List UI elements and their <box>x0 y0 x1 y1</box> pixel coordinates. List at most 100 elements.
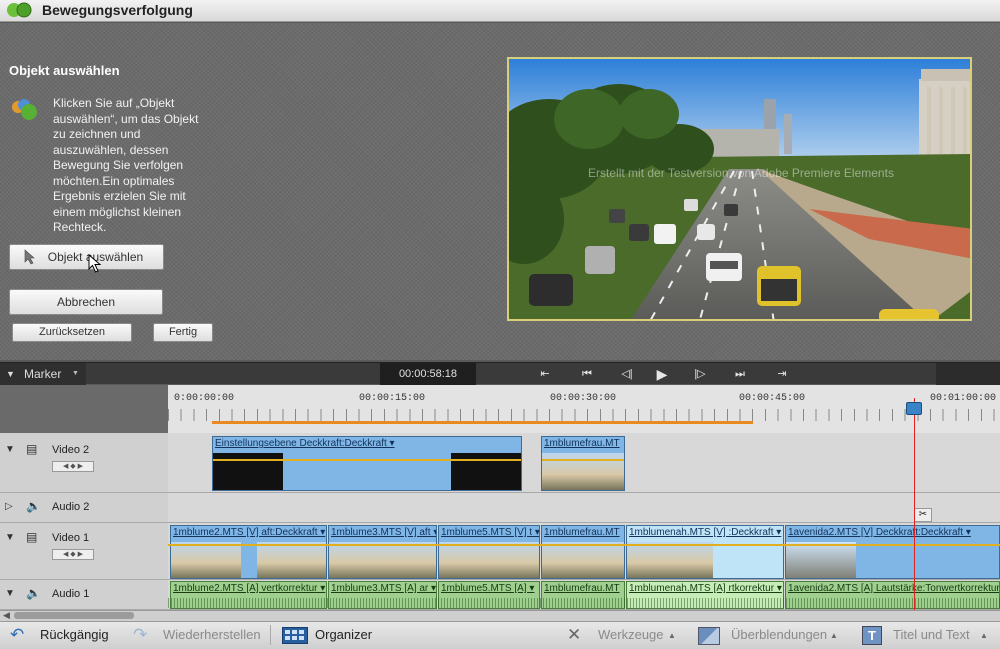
ruler-tick: 00:00:15:00 <box>359 393 426 404</box>
timeline-scrollbar[interactable]: ◀ <box>0 610 1000 621</box>
reset-button[interactable]: Zurücksetzen <box>12 323 132 342</box>
transitions-icon[interactable] <box>698 627 720 645</box>
ruler-tick: 00:00:45:00 <box>739 393 806 404</box>
collapse-triangle-icon[interactable]: ▼ <box>5 532 15 543</box>
keyframe-controls[interactable]: ◀ ◆ ▶ <box>52 549 94 560</box>
track-lane-video-2[interactable]: Einstellungsebene Deckkraft:Deckkraft ▾ … <box>168 433 1000 493</box>
next-edit-icon[interactable]: ⏭ <box>728 363 752 385</box>
street-scene-image: Erstellt mit der Testversion von Adobe P… <box>509 59 970 319</box>
divider <box>270 625 271 645</box>
track-lane-audio-1[interactable]: 1mblume2.MTS [A] vertkorrektur ▾ 1mblume… <box>168 580 1000 610</box>
step-forward-icon[interactable]: |▷ <box>688 363 712 385</box>
mouse-cursor-icon <box>88 253 102 277</box>
clip-label: 1mblume3.MTS [A] ar ▾ <box>331 583 437 594</box>
collapse-triangle-icon[interactable]: ▼ <box>5 588 15 599</box>
clip-label: 1mblume2.MTS [A] vertkorrektur ▾ <box>173 583 326 594</box>
title-text-icon[interactable]: T <box>862 626 882 645</box>
clip-thumbnail <box>627 542 713 578</box>
clip-label: 1mblumenah.MTS [V] :Deckkraft ▾ <box>629 527 782 538</box>
clip-label: 1mblume5.MTS [V] t ▾ <box>441 527 540 538</box>
video-clip[interactable]: 1mblume5.MTS [V] t ▾ <box>438 525 540 579</box>
video-preview[interactable]: Erstellt mit der Testversion von Adobe P… <box>507 57 972 321</box>
app-logo-icon <box>6 1 34 19</box>
marker-dropdown[interactable]: ▼ Marker ▼ <box>0 363 86 385</box>
go-to-start-icon[interactable]: ⇤ <box>533 363 557 385</box>
video-clip[interactable]: 1mblumefrau.MT <box>541 525 625 579</box>
render-bar <box>212 421 753 424</box>
zoom-area[interactable] <box>936 363 1000 385</box>
video-clip[interactable]: Einstellungsebene Deckkraft:Deckkraft ▾ <box>212 436 522 491</box>
speaker-icon: 🔈 <box>26 499 41 513</box>
video-clip-selected[interactable]: 1mblumenah.MTS [V] :Deckkraft ▾ <box>626 525 784 579</box>
video-clip[interactable]: 1avenida2.MTS [V] Deckkraft:Deckkraft ▾ <box>785 525 1000 579</box>
chevron-up-icon: ▲ <box>830 631 838 640</box>
section-title: Objekt auswählen <box>9 63 120 78</box>
bottom-action-bar: ↶ Rückgängig ↷ Wiederherstellen Organize… <box>0 621 1000 649</box>
keyframe-controls[interactable]: ◀ ◆ ▶ <box>52 461 94 472</box>
titles-button[interactable]: Titel und Text <box>893 627 970 642</box>
clip-label: 1mblume5.MTS [A] ▾ <box>441 583 535 594</box>
undo-icon[interactable]: ↶ <box>10 626 24 643</box>
chevron-up-icon: ▲ <box>980 631 988 640</box>
tools-icon[interactable]: ✕ <box>567 626 581 643</box>
cancel-button[interactable]: Abbrechen <box>9 289 163 315</box>
expand-triangle-icon[interactable]: ▷ <box>5 501 13 512</box>
track-name: Audio 1 <box>52 588 90 600</box>
redo-button[interactable]: Wiederherstellen <box>163 627 261 642</box>
play-icon[interactable]: ▶ <box>650 363 674 385</box>
clip-label: 1mblume3.MTS [V] aft ▾ <box>331 527 437 538</box>
video-clip[interactable]: 1mblume3.MTS [V] aft ▾ <box>328 525 437 579</box>
clip-thumbnail <box>786 542 856 578</box>
track-name: Video 2 <box>52 444 90 456</box>
scroll-thumb[interactable] <box>14 612 134 619</box>
scroll-left-icon[interactable]: ◀ <box>3 610 10 621</box>
collapse-triangle-icon[interactable]: ▼ <box>5 444 15 455</box>
step-back-icon[interactable]: ◁| <box>615 363 639 385</box>
track-header-video-1: ▼ ▤ Video 1 ◀ ◆ ▶ <box>0 523 168 580</box>
instruction-text: Klicken Sie auf „Objekt auswählen“, um d… <box>53 96 199 234</box>
tools-button[interactable]: Werkzeuge <box>598 627 664 642</box>
track-lane-audio-2[interactable]: ✂ <box>168 493 1000 523</box>
playhead-handle[interactable] <box>906 402 922 415</box>
clip-thumbnail <box>257 542 326 578</box>
done-button[interactable]: Fertig <box>153 323 213 342</box>
film-strip-icon: ▤ <box>26 442 38 456</box>
clip-label: 1mblumenah.MTS [A] rtkorrektur ▾ <box>629 583 782 594</box>
window-header: Bewegungsverfolgung <box>0 0 1000 22</box>
film-strip-icon: ▤ <box>26 530 38 544</box>
clip-label: 1mblumefrau.MT <box>544 583 620 594</box>
video-clip[interactable]: 1mblumefrau.MT <box>541 436 625 491</box>
clip-label: 1mblume2.MTS [V] aft:Deckkraft ▾ <box>173 527 326 538</box>
opacity-line <box>542 459 624 461</box>
chevron-up-icon: ▲ <box>668 631 676 640</box>
organizer-button[interactable]: Organizer <box>315 627 372 642</box>
go-to-end-icon[interactable]: ⇥ <box>770 363 794 385</box>
ruler-tick: 0:00:00:00 <box>174 393 235 404</box>
ruler-header <box>0 385 168 433</box>
opacity-line <box>168 544 1000 546</box>
scissors-icon[interactable]: ✂ <box>914 508 932 522</box>
previous-edit-icon[interactable]: ⏮ <box>575 363 599 385</box>
transitions-button[interactable]: Überblendungen <box>731 627 827 642</box>
clip-thumbnail <box>171 542 241 578</box>
ruler-tick: 00:01:00:00 <box>930 393 997 404</box>
time-ruler[interactable]: 0:00:00:00 00:00:15:00 00:00:30:00 00:00… <box>168 385 1000 433</box>
clip-label: Einstellungsebene Deckkraft:Deckkraft ▾ <box>215 438 395 449</box>
timeline-toolbar: ▼ Marker ▼ 00:00:58:18 ⇤ ⏮ ◁| ▶ |▷ ⏭ ⇥ <box>0 362 1000 385</box>
clip-thumbnail <box>329 542 436 578</box>
track-header-audio-2: ▷ 🔈 Audio 2 <box>0 493 168 523</box>
ruler-ticks <box>168 409 1000 421</box>
clip-thumbnail <box>542 542 624 578</box>
dropdown-arrow-icon: ▼ <box>72 370 79 377</box>
timecode-display: 00:00:58:18 <box>380 363 476 385</box>
select-object-button[interactable]: Objekt auswählen <box>9 244 164 270</box>
redo-icon[interactable]: ↷ <box>133 626 147 643</box>
window-title: Bewegungsverfolgung <box>42 2 193 18</box>
clip-label: 1avenida2.MTS [A] Lautstärke:Tonwertkorr… <box>788 583 1000 594</box>
track-lane-video-1[interactable]: 1mblume2.MTS [V] aft:Deckkraft ▾ 1mblume… <box>168 523 1000 580</box>
organizer-grid-icon[interactable] <box>282 627 308 644</box>
undo-button[interactable]: Rückgängig <box>40 627 109 642</box>
video-clip[interactable]: 1mblume2.MTS [V] aft:Deckkraft ▾ <box>170 525 327 579</box>
track-name: Audio 2 <box>52 501 90 513</box>
ruler-tick: 00:00:30:00 <box>550 393 617 404</box>
